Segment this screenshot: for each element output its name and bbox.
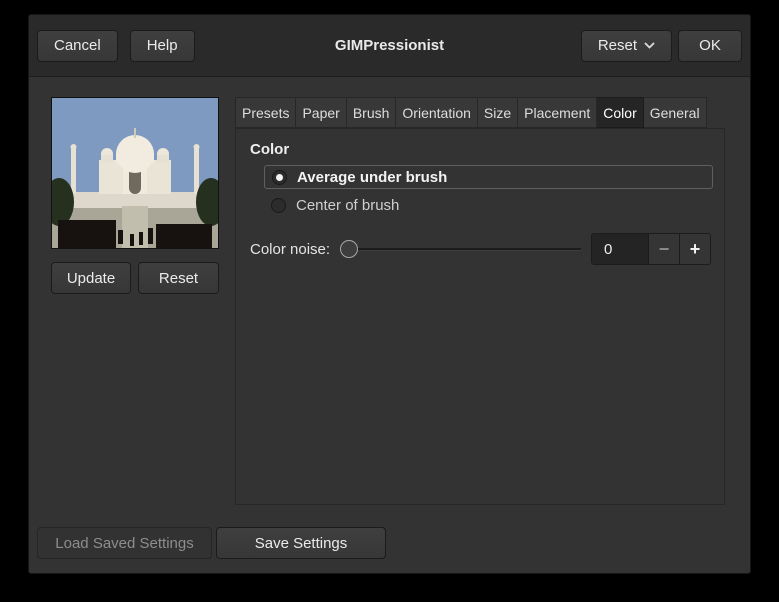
tab-orientation[interactable]: Orientation	[396, 97, 478, 128]
color-noise-label: Color noise:	[250, 240, 331, 258]
save-settings-button[interactable]: Save Settings	[216, 527, 386, 559]
load-saved-settings-button[interactable]: Load Saved Settings	[37, 527, 212, 559]
slider-track[interactable]	[349, 248, 581, 250]
taj-mahal-preview-art	[52, 98, 218, 248]
color-noise-slider[interactable]	[340, 233, 583, 265]
tab-brush[interactable]: Brush	[346, 97, 397, 128]
tab-paper[interactable]: Paper	[296, 97, 347, 128]
decrement-button[interactable]: −	[648, 234, 679, 264]
preview-image	[51, 97, 219, 249]
preview-reset-button[interactable]: Reset	[138, 262, 219, 294]
help-button[interactable]: Help	[129, 29, 195, 62]
header-right-buttons: Reset OK	[580, 29, 742, 62]
color-noise-row: Color noise: 0 − +	[250, 233, 711, 265]
radio-unchecked-icon[interactable]	[271, 197, 286, 213]
color-noise-spinbox: 0 − +	[591, 233, 711, 265]
color-section-title: Color	[250, 141, 290, 158]
chevron-down-icon	[644, 42, 655, 49]
tab-size[interactable]: Size	[477, 97, 519, 128]
radio-average-under-brush-label: Average under brush	[297, 168, 448, 186]
cancel-button[interactable]: Cancel	[37, 29, 118, 62]
radio-checked-icon[interactable]	[272, 169, 287, 185]
increment-button[interactable]: +	[679, 234, 710, 264]
dialog-title: GIMPressionist	[334, 37, 445, 54]
settings-notebook: Presets Paper Brush Orientation Size Pla…	[235, 97, 725, 505]
color-noise-value-field[interactable]: 0	[592, 234, 648, 264]
radio-center-of-brush-label: Center of brush	[296, 196, 400, 214]
reset-dropdown-button[interactable]: Reset	[580, 29, 672, 62]
update-button[interactable]: Update	[51, 262, 131, 294]
color-tab-panel: Color Average under brush Center of brus…	[235, 128, 725, 505]
ok-button[interactable]: OK	[678, 29, 742, 62]
reset-dropdown-label: Reset	[597, 37, 637, 54]
gimpressionist-dialog: Cancel Help GIMPressionist Reset OK Upda…	[28, 14, 751, 574]
tab-placement[interactable]: Placement	[518, 97, 598, 128]
slider-handle[interactable]	[340, 240, 359, 258]
tab-bar: Presets Paper Brush Orientation Size Pla…	[235, 97, 725, 128]
header-left-buttons: Cancel Help	[37, 29, 195, 62]
radio-center-of-brush[interactable]: Center of brush	[264, 193, 713, 217]
radio-average-under-brush[interactable]: Average under brush	[264, 165, 713, 189]
tab-general[interactable]: General	[643, 97, 707, 128]
tab-presets[interactable]: Presets	[235, 97, 297, 128]
dialog-header: Cancel Help GIMPressionist Reset OK	[29, 15, 750, 77]
tab-color[interactable]: Color	[597, 97, 644, 128]
